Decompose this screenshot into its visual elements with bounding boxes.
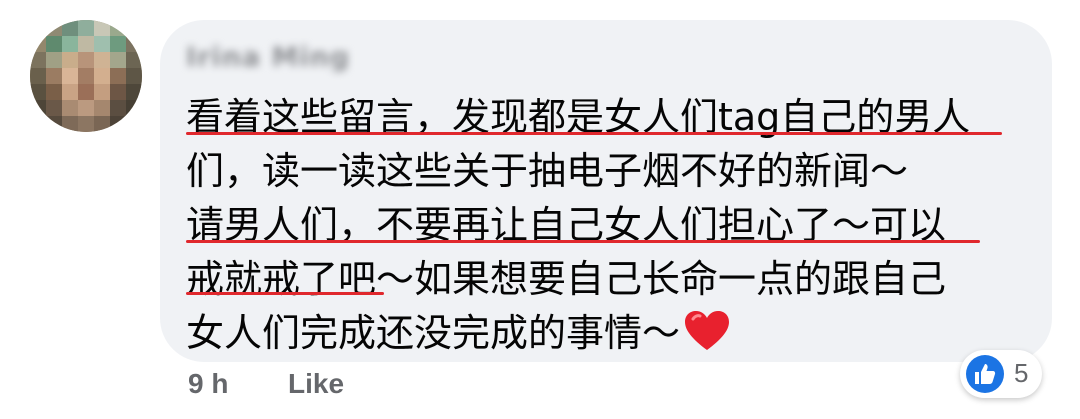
comment-line: 请男人们，不要再让自己女人们担心了～可以 — [186, 203, 947, 247]
heart-emoji-icon — [684, 310, 730, 366]
comment-line: 女人们完成还没完成的事情～ — [186, 311, 681, 355]
comment-line: 们，读一读这些关于抽电子烟不好的新闻～ — [186, 149, 909, 193]
comment-line: 戒就戒了吧～如果想要自己长命一点的跟自己 — [186, 257, 947, 301]
like-button[interactable]: Like — [288, 368, 344, 400]
reaction-count-pill[interactable]: 5 — [960, 350, 1042, 398]
red-underline — [186, 240, 980, 243]
reaction-count: 5 — [1014, 358, 1029, 388]
comment-line-last: 女人们完成还没完成的事情～ — [186, 306, 1026, 366]
avatar[interactable] — [30, 20, 142, 132]
like-icon — [966, 355, 1004, 393]
comment-timestamp[interactable]: 9 h — [188, 368, 228, 400]
comment-line: 看着这些留言，发现都是女人们tag自己的男人 — [186, 95, 971, 139]
red-underline — [186, 292, 384, 295]
red-underline — [186, 132, 1002, 135]
comment-author[interactable]: Irina Ming — [186, 42, 350, 73]
